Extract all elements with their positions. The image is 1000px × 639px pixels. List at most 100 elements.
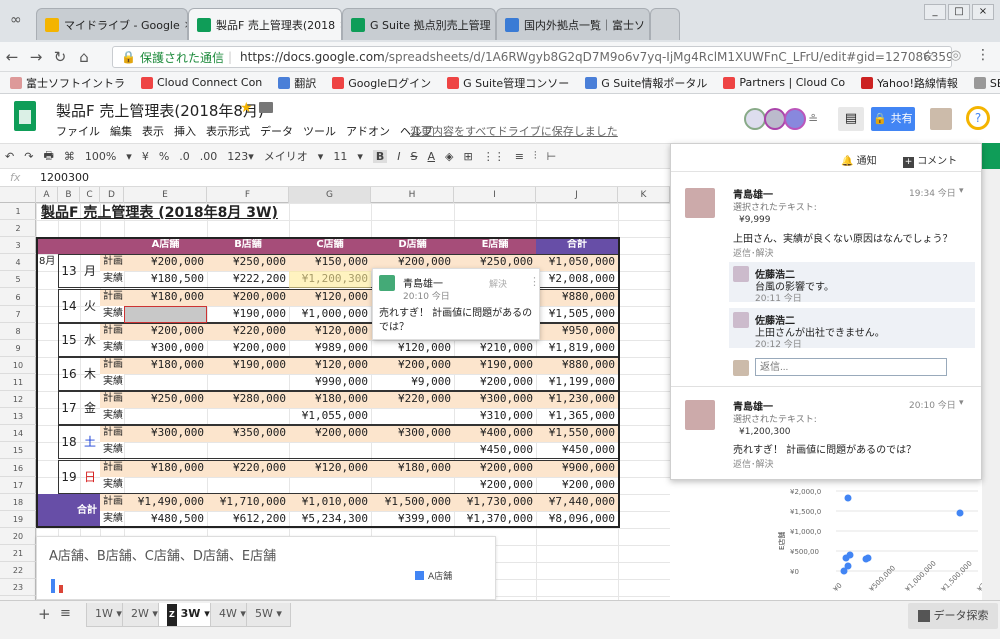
actual-label[interactable]: 実績 xyxy=(100,510,124,528)
row-header[interactable]: 8 xyxy=(0,323,36,340)
total-plan-value[interactable]: ¥1,490,000 xyxy=(124,493,207,511)
row-header[interactable]: 3 xyxy=(0,237,36,255)
row-header[interactable]: 23 xyxy=(0,579,36,597)
total-actual-value[interactable]: ¥399,000 xyxy=(371,511,454,528)
account-avatar[interactable] xyxy=(930,108,952,130)
total-actual-value[interactable]: ¥8,096,000 xyxy=(536,511,618,528)
fill-color-icon[interactable]: ◈ xyxy=(445,150,453,163)
day-number[interactable]: 14 xyxy=(58,289,80,323)
actual-value[interactable]: ¥2,008,000 xyxy=(536,271,618,288)
menu-tools[interactable]: ツール xyxy=(303,123,336,139)
row-header[interactable]: 21 xyxy=(0,545,36,563)
plan-value[interactable]: ¥190,000 xyxy=(207,356,289,374)
actual-value[interactable] xyxy=(289,442,371,459)
reply-input[interactable] xyxy=(755,358,947,376)
doc-title[interactable]: 製品F 売上管理表(2018年8月) xyxy=(56,100,264,121)
col-header[interactable]: I xyxy=(454,187,536,203)
actual-value[interactable]: ¥1,505,000 xyxy=(536,306,618,323)
bold-button[interactable]: B xyxy=(372,149,388,163)
zoom-dropdown-icon[interactable]: ▾ xyxy=(126,150,132,163)
total-plan-value[interactable]: ¥1,010,000 xyxy=(289,493,371,511)
plan-value[interactable]: ¥900,000 xyxy=(536,459,618,477)
plan-value[interactable]: ¥220,000 xyxy=(207,459,289,477)
weekday[interactable]: 水 xyxy=(80,323,100,357)
explore-button[interactable]: データ探索 xyxy=(908,603,998,629)
notifications-button[interactable]: 🔔 通知 xyxy=(841,152,877,167)
actual-value[interactable] xyxy=(207,477,289,494)
actual-value[interactable]: ¥450,000 xyxy=(454,442,536,459)
plan-value[interactable]: ¥190,000 xyxy=(454,356,536,374)
menu-edit[interactable]: 編集 xyxy=(110,123,132,139)
actual-value[interactable] xyxy=(371,477,454,494)
chrome-menu-icon[interactable]: ⋮ xyxy=(976,47,990,63)
comment-menu-icon[interactable]: ▾ xyxy=(959,398,964,408)
actual-value[interactable] xyxy=(289,477,371,494)
shop-header[interactable]: B店舗 xyxy=(207,237,289,255)
tab-gsuite-sheet[interactable]: G Suite 拠点別売上管理 × xyxy=(342,8,496,40)
col-header[interactable]: K xyxy=(618,187,670,203)
comment-menu-icon[interactable]: ▾ xyxy=(959,186,964,196)
weekday[interactable]: 金 xyxy=(80,391,100,425)
plan-value[interactable]: ¥200,000 xyxy=(371,356,454,374)
bookmark-item[interactable]: Googleログイン xyxy=(332,75,431,91)
zoom-select[interactable]: 100% xyxy=(85,150,116,163)
browser-menu-icon[interactable]: ∞ xyxy=(10,12,22,28)
wrap-icon[interactable]: ⊢ xyxy=(547,150,557,163)
comments-button[interactable]: ▤ xyxy=(838,107,864,131)
actual-value[interactable]: ¥200,000 xyxy=(207,340,289,357)
plan-value[interactable]: ¥120,000 xyxy=(289,322,371,340)
menu-view[interactable]: 表示 xyxy=(142,123,164,139)
plan-value[interactable]: ¥950,000 xyxy=(536,322,618,340)
actual-value[interactable] xyxy=(371,408,454,425)
font-dropdown-icon[interactable]: ▾ xyxy=(318,150,324,163)
day-number[interactable]: 17 xyxy=(58,391,80,425)
row-header[interactable]: 7 xyxy=(0,306,36,323)
plan-value[interactable]: ¥300,000 xyxy=(454,391,536,409)
actual-value[interactable] xyxy=(207,442,289,459)
actual-value[interactable]: ¥210,000 xyxy=(454,340,536,357)
plan-value[interactable]: ¥200,000 xyxy=(454,459,536,477)
actual-value[interactable] xyxy=(124,408,207,425)
add-sheet-button[interactable]: + xyxy=(38,605,51,623)
new-tab-button[interactable] xyxy=(650,8,680,40)
plan-value[interactable]: ¥200,000 xyxy=(207,288,289,306)
shop-header[interactable]: D店舗 xyxy=(371,237,454,255)
row-header[interactable]: 13 xyxy=(0,408,36,426)
merge-icon[interactable]: ⋮⋮ xyxy=(483,150,505,163)
share-button[interactable]: 🔒 共有 xyxy=(871,107,915,131)
currency-format-button[interactable]: ¥ xyxy=(142,150,149,163)
corner-select[interactable] xyxy=(0,187,36,203)
percent-format-button[interactable]: % xyxy=(159,150,169,163)
actual-value[interactable]: ¥190,000 xyxy=(207,306,289,323)
plan-value[interactable]: ¥180,000 xyxy=(289,391,371,409)
font-select[interactable]: メイリオ xyxy=(264,148,308,164)
strikethrough-button[interactable]: S xyxy=(411,150,418,163)
bookmark-item[interactable]: G Suite情報ポータル xyxy=(585,75,707,91)
undo-icon[interactable]: ↶ xyxy=(5,150,14,163)
plan-value[interactable]: ¥120,000 xyxy=(289,288,371,306)
plan-value[interactable]: ¥1,550,000 xyxy=(536,425,618,443)
weekday[interactable]: 日 xyxy=(80,460,100,494)
actual-value[interactable]: ¥1,055,000 xyxy=(289,408,371,425)
size-dropdown-icon[interactable]: ▾ xyxy=(357,150,363,163)
row-header[interactable]: 20 xyxy=(0,528,36,545)
day-number[interactable]: 19 xyxy=(58,460,80,494)
star-icon[interactable]: ★ xyxy=(240,100,253,116)
plan-value[interactable]: ¥180,000 xyxy=(124,459,207,477)
day-number[interactable]: 15 xyxy=(58,323,80,357)
plan-label[interactable]: 計画 xyxy=(100,459,124,477)
embedded-chart[interactable]: A店舗、B店舗、C店舗、D店舗、E店舗 A店舗 xyxy=(36,536,496,600)
plan-value[interactable]: ¥280,000 xyxy=(207,391,289,409)
plan-value[interactable]: ¥180,000 xyxy=(124,356,207,374)
row-header[interactable]: 4 xyxy=(0,254,36,272)
home-icon[interactable]: ⌂ xyxy=(72,48,96,66)
row-header[interactable]: 16 xyxy=(0,460,36,477)
col-header[interactable]: F xyxy=(207,187,289,203)
total-plan-value[interactable]: ¥1,500,000 xyxy=(371,493,454,511)
row-header[interactable]: 15 xyxy=(0,442,36,460)
row-header[interactable]: 10 xyxy=(0,357,36,374)
actual-value[interactable]: ¥300,000 xyxy=(124,340,207,357)
row-header[interactable]: 2 xyxy=(0,220,36,238)
minimize-button[interactable]: _ xyxy=(924,4,946,20)
actual-label[interactable]: 実績 xyxy=(100,476,124,494)
